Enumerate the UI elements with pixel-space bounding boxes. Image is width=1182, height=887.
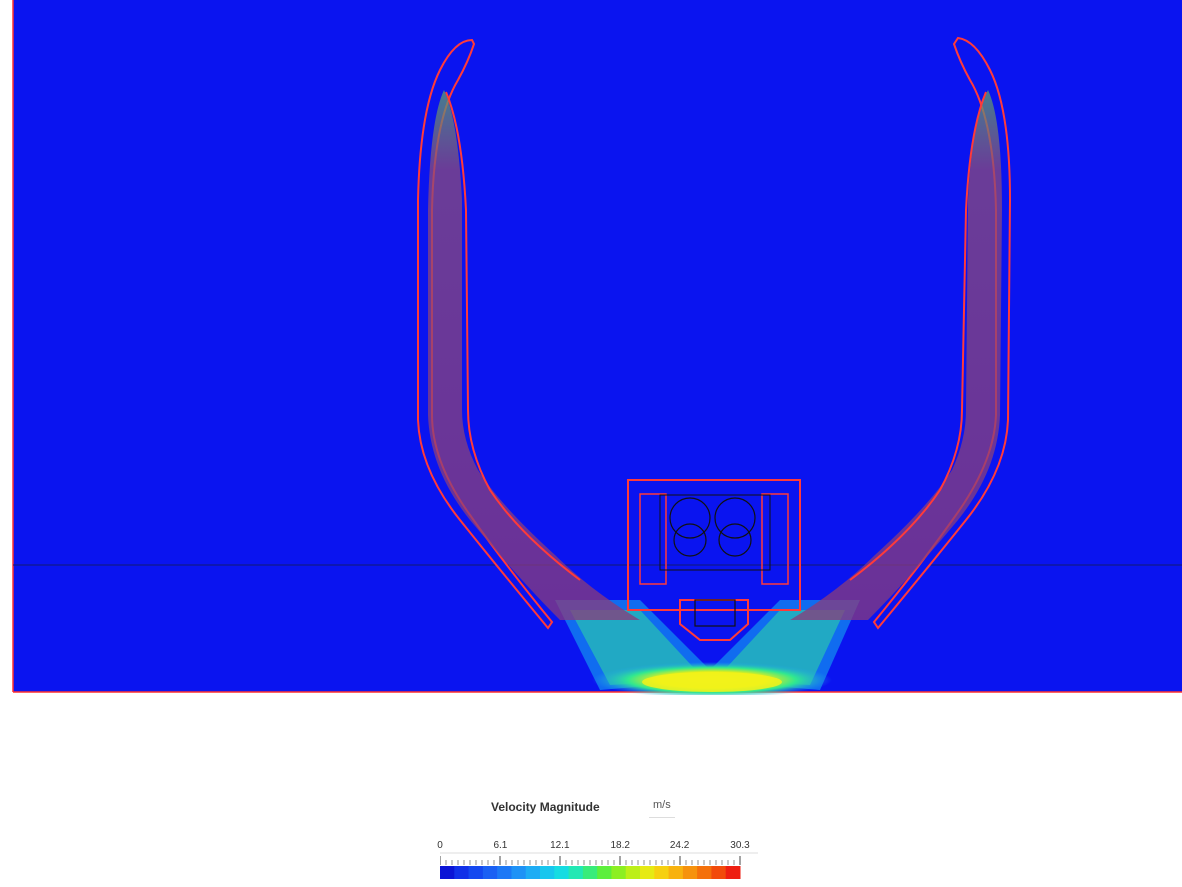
color-swatch (540, 866, 555, 879)
color-swatch (682, 866, 698, 879)
color-swatch (582, 866, 598, 879)
color-swatch (497, 866, 512, 879)
color-swatch (525, 866, 541, 879)
color-swatch (468, 866, 484, 879)
legend-tick-label: 0 (437, 840, 443, 851)
color-swatch (597, 866, 612, 879)
color-swatch (611, 866, 627, 879)
color-swatch (440, 866, 455, 879)
color-swatch (654, 866, 670, 879)
legend-tick-label: 18.2 (610, 840, 630, 851)
color-swatch (625, 866, 641, 879)
color-swatch (668, 866, 684, 879)
legend-tick-label: 24.2 (669, 840, 690, 851)
legend-tick-label: 6.1 (493, 840, 508, 851)
color-swatch (697, 866, 712, 879)
legend-unit-selector[interactable]: m/s (649, 799, 675, 818)
color-swatch (568, 866, 584, 879)
legend-title: Velocity Magnitude (491, 800, 600, 814)
jet-impact-core (642, 672, 782, 692)
color-swatch (554, 866, 570, 879)
color-swatch (711, 866, 727, 879)
color-scale-bar (440, 852, 758, 879)
color-swatch (511, 866, 527, 879)
legend-tick-label: 30.3 (730, 840, 750, 851)
legend-tick-label: 12.1 (550, 840, 570, 851)
color-swatch (725, 866, 741, 879)
simulation-viewport[interactable] (0, 0, 1182, 695)
color-swatch (640, 866, 655, 879)
color-swatch (454, 866, 470, 879)
color-swatch (482, 866, 498, 879)
